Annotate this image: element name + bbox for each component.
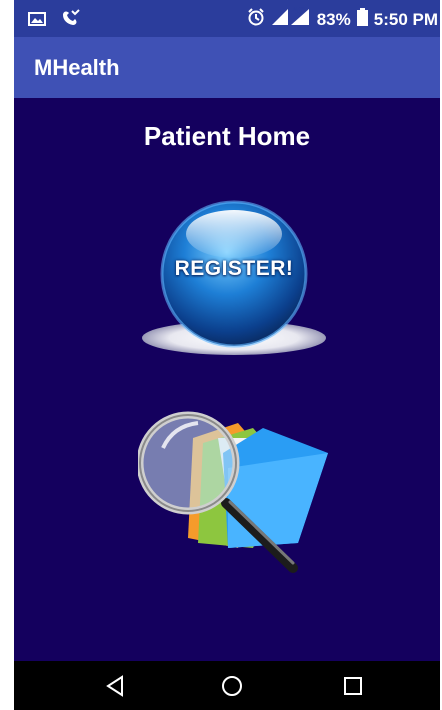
app-title: MHealth <box>34 55 120 80</box>
signal-icon: 4G <box>271 6 311 31</box>
battery-icon <box>356 8 368 31</box>
clock-time: 5:50 PM <box>373 9 438 29</box>
status-bar: 4G 83% 5:50 PM <box>14 0 440 37</box>
navigation-bar <box>14 661 440 710</box>
image-icon <box>28 11 46 31</box>
register-button[interactable]: REGISTER! <box>134 200 334 360</box>
missed-call-icon <box>60 9 80 32</box>
page-title: Patient Home <box>143 121 311 151</box>
folder-search-icon[interactable] <box>136 408 338 578</box>
recents-icon[interactable] <box>339 673 367 699</box>
register-label: REGISTER! <box>174 257 294 280</box>
battery-percent: 83% <box>316 9 351 29</box>
app-bar: MHealth <box>14 37 440 98</box>
network-type-label: 4G <box>291 6 306 17</box>
phone-screen: 4G 83% 5:50 PM MHealth Patient Home REGI… <box>14 0 440 710</box>
home-icon[interactable] <box>218 673 246 699</box>
alarm-icon <box>247 8 265 31</box>
back-icon[interactable] <box>101 673 129 699</box>
